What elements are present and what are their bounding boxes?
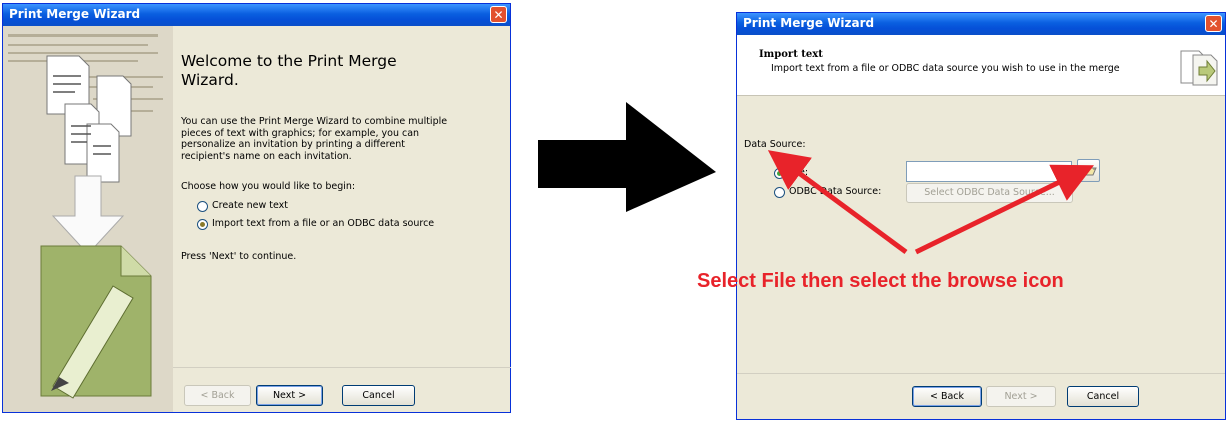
annotation-text: Select File then select the browse icon xyxy=(697,270,1064,292)
option-import-text[interactable]: Import text from a file or an ODBC data … xyxy=(197,218,457,232)
cancel-button[interactable]: Cancel xyxy=(342,385,415,406)
back-button[interactable]: < Back xyxy=(184,385,251,406)
next-button[interactable]: Next > xyxy=(256,385,323,406)
radio-import-text[interactable] xyxy=(197,219,208,230)
flow-arrow-icon xyxy=(538,102,716,212)
close-button[interactable]: ✕ xyxy=(490,6,507,23)
wizard-illustration xyxy=(3,26,173,412)
option-create-new-text[interactable]: Create new text xyxy=(197,200,397,214)
arrow-to-browse-icon xyxy=(914,164,1094,255)
annotation-arrows xyxy=(767,150,1094,255)
arrow-to-file-option xyxy=(767,150,908,255)
option-label: Import text from a file or an ODBC data … xyxy=(212,218,435,229)
title-bar: Print Merge Wizard ✕ xyxy=(3,4,510,26)
option-label: Create new text xyxy=(212,200,288,211)
footer-divider xyxy=(173,367,511,368)
description-text: You can use the Print Merge Wizard to co… xyxy=(181,116,448,162)
choose-prompt: Choose how you would like to begin: xyxy=(181,181,356,192)
continue-note: Press 'Next' to continue. xyxy=(181,251,297,262)
radio-create-new[interactable] xyxy=(197,201,208,212)
window-title: Print Merge Wizard xyxy=(9,7,141,21)
page-title: Welcome to the Print Merge Wizard. xyxy=(181,52,397,89)
left-wizard-dialog: Print Merge Wizard ✕ Welcome to the Prin… xyxy=(2,3,511,413)
